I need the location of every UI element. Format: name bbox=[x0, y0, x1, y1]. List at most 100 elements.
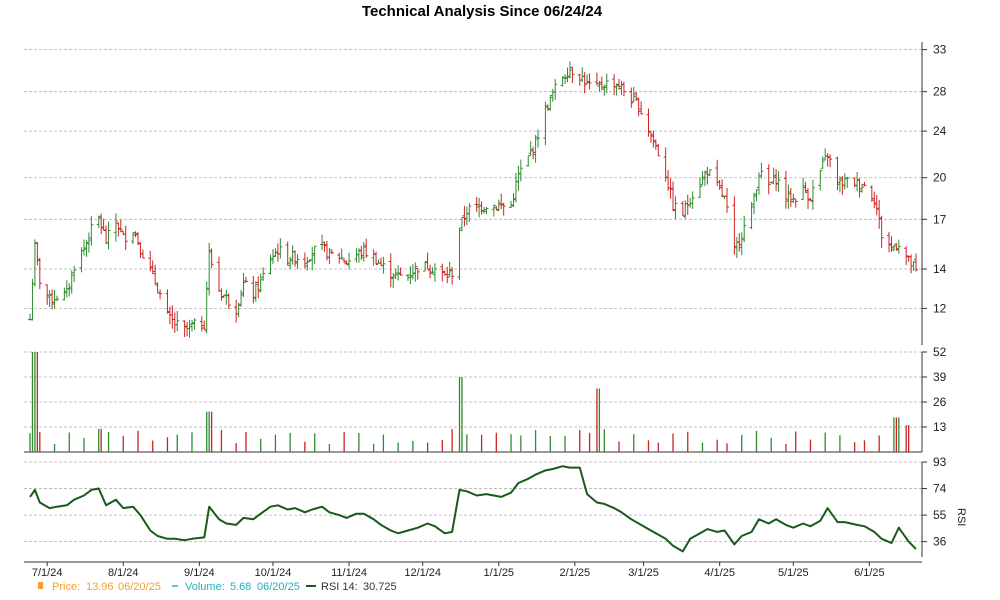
ohlc-bar bbox=[462, 205, 467, 227]
ohlc-bar bbox=[410, 264, 415, 280]
ohlc-bar bbox=[187, 319, 192, 338]
price-tick-label: 24 bbox=[933, 124, 947, 138]
price-legend-date: 06/20/25 bbox=[118, 581, 161, 593]
ohlc-bar bbox=[636, 97, 641, 117]
date-tick-label: 2/1/25 bbox=[560, 567, 591, 579]
price-legend-swatch bbox=[38, 582, 43, 589]
date-tick-label: 1/1/25 bbox=[483, 567, 514, 579]
ohlc-bar bbox=[457, 227, 462, 281]
date-tick-label: 6/1/25 bbox=[854, 567, 885, 579]
ohlc-bar bbox=[234, 299, 239, 323]
ohlc-bar bbox=[877, 199, 882, 229]
ohlc-bar bbox=[806, 188, 811, 209]
ohlc-bar bbox=[725, 188, 730, 213]
ohlc-bar bbox=[894, 242, 899, 251]
ohlc-bar bbox=[631, 86, 636, 103]
ohlc-bar bbox=[484, 206, 489, 215]
ohlc-bar bbox=[818, 169, 823, 191]
ohlc-bar bbox=[759, 162, 764, 179]
ohlc-bar bbox=[256, 276, 261, 299]
technical-analysis-chart: Technical Analysis Since 06/24/24 12 14 17… bbox=[24, 3, 967, 593]
ohlc-bar bbox=[224, 289, 229, 305]
ohlc-bar bbox=[835, 156, 840, 191]
ohlc-bar bbox=[101, 218, 106, 231]
ohlc-bar bbox=[494, 206, 499, 211]
rsi-tick-label: 93 bbox=[933, 455, 947, 469]
date-tick-label: 12/1/24 bbox=[404, 567, 441, 579]
ohlc-bar bbox=[131, 232, 136, 245]
ohlc-bar bbox=[511, 193, 516, 208]
date-tick-label: 5/1/25 bbox=[778, 567, 809, 579]
ohlc-bar bbox=[617, 78, 622, 90]
ohlc-bar bbox=[570, 66, 575, 84]
ohlc-bar bbox=[84, 240, 89, 257]
ohlc-bar bbox=[324, 241, 329, 261]
ohlc-bar bbox=[464, 206, 469, 226]
ohlc-bar bbox=[671, 181, 676, 212]
ohlc-bar bbox=[116, 222, 121, 237]
ohlc-bar bbox=[553, 79, 558, 100]
ohlc-bar bbox=[378, 257, 383, 266]
ohlc-bar bbox=[766, 164, 771, 195]
ohlc-bar bbox=[285, 241, 290, 266]
ohlc-bar bbox=[783, 170, 788, 209]
ohlc-bar bbox=[67, 282, 72, 297]
ohlc-bar bbox=[474, 196, 479, 212]
ohlc-bar bbox=[219, 288, 224, 301]
ohlc-bar bbox=[32, 239, 37, 287]
ohlc-bar bbox=[118, 219, 123, 233]
ohlc-bar bbox=[705, 166, 710, 185]
ohlc-bar bbox=[837, 176, 842, 193]
ohlc-bar bbox=[322, 241, 327, 252]
price-tick-label: 20 bbox=[933, 171, 947, 185]
ohlc-bar bbox=[185, 322, 190, 337]
rsi-tick-label: 55 bbox=[933, 508, 947, 522]
ohlc-bar bbox=[172, 312, 177, 333]
ohlc-bar bbox=[339, 248, 344, 260]
ohlc-bar bbox=[69, 270, 74, 294]
ohlc-bar bbox=[312, 245, 317, 265]
rsi-line bbox=[29, 465, 917, 553]
ohlc-bar bbox=[820, 156, 825, 169]
ohlc-bar bbox=[793, 198, 798, 208]
ohlc-bar bbox=[226, 293, 231, 310]
ohlc-bar bbox=[175, 310, 180, 332]
ohlc-bar bbox=[698, 177, 703, 199]
ohlc-bar bbox=[855, 172, 860, 192]
rsi-legend-value: 30.725 bbox=[363, 581, 397, 593]
ohlc-bar bbox=[216, 256, 221, 292]
ohlc-bar bbox=[361, 242, 366, 262]
ohlc-bar bbox=[371, 249, 376, 266]
ohlc-bar bbox=[614, 83, 619, 96]
ohlc-bar bbox=[531, 146, 536, 160]
ohlc-bar bbox=[35, 242, 40, 266]
ohlc-bar bbox=[268, 254, 273, 275]
ohlc-bar bbox=[158, 289, 163, 300]
chart-legend: Price: 13.96 06/20/25 Volume: 5.68 06/20… bbox=[38, 581, 397, 593]
ohlc-bar bbox=[342, 258, 347, 264]
ohlc-bar bbox=[45, 284, 50, 305]
ohlc-bar bbox=[857, 178, 862, 198]
ohlc-bar bbox=[516, 165, 521, 191]
ohlc-bar bbox=[509, 200, 514, 209]
price-tick-label: 14 bbox=[933, 262, 947, 276]
ohlc-bar bbox=[479, 201, 484, 215]
date-tick-label: 8/1/24 bbox=[108, 567, 139, 579]
ohlc-bar bbox=[81, 239, 86, 256]
price-tick-label: 17 bbox=[933, 212, 947, 226]
ohlc-bar bbox=[344, 260, 349, 265]
ohlc-bar bbox=[828, 154, 833, 168]
volume-tick-label: 26 bbox=[933, 395, 947, 409]
ohlc-bar bbox=[891, 244, 896, 252]
ohlc-bar bbox=[261, 267, 266, 281]
ohlc-bar bbox=[150, 260, 155, 275]
ohlc-bar bbox=[106, 221, 111, 250]
ohlc-bar bbox=[501, 202, 506, 216]
ohlc-bar bbox=[707, 169, 712, 177]
volume-legend-label: Volume: bbox=[185, 581, 225, 593]
ohlc-bar bbox=[582, 72, 587, 94]
ohlc-bar bbox=[165, 289, 170, 314]
ohlc-bar bbox=[702, 170, 707, 187]
ohlc-bar bbox=[852, 177, 857, 188]
ohlc-bar bbox=[415, 267, 420, 280]
